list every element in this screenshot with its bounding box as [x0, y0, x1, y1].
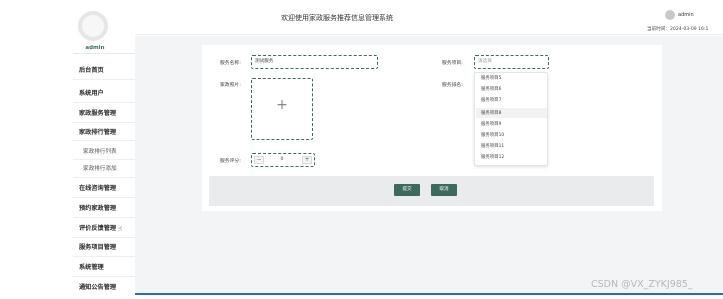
sidebar-item-feedback-manage[interactable]: 评价反馈管理 [79, 223, 116, 232]
top-header: 欢迎使用家政服务推荐信息管理系统 admin 当前时间：2024-03-09 1… [135, 6, 723, 35]
sidebar-username: admin [85, 45, 105, 51]
menu-divider [73, 256, 135, 257]
menu-divider [73, 122, 135, 123]
sidebar-item-consult-manage[interactable]: 在线咨询管理 [79, 183, 116, 192]
decrement-button[interactable]: − [254, 156, 264, 164]
dropdown-option[interactable]: 服务项目5 [481, 75, 501, 81]
sidebar-subitem-ranking-list[interactable]: 家政排行列表 [83, 147, 117, 155]
photo-label: 家政照片: [220, 83, 241, 88]
bottom-border [135, 293, 723, 295]
menu-divider [73, 79, 135, 80]
dropdown-option[interactable]: 服务项目9 [481, 121, 501, 127]
sidebar-item-ranking-manage[interactable]: 家政排行管理 [79, 127, 116, 136]
service-item-label: 服务项目: [442, 61, 463, 66]
service-item-dropdown: 服务项目5 服务项目6 服务项目7 服务项目8 服务项目9 服务项目10 服务项… [474, 72, 548, 166]
submit-button[interactable]: 提交 [394, 184, 420, 196]
cancel-button[interactable]: 取消 [431, 184, 457, 196]
user-avatar[interactable] [78, 11, 108, 41]
service-item-select[interactable]: 请选择 [474, 55, 549, 69]
hand-cursor-icon: ☝ [118, 225, 123, 233]
admin-avatar[interactable] [665, 10, 675, 20]
menu-divider [73, 276, 135, 277]
dropdown-option[interactable]: 服务项目6 [481, 86, 501, 92]
service-name-input[interactable]: 测试服务 [251, 55, 378, 69]
menu-divider [73, 140, 135, 141]
photo-upload[interactable]: + [251, 78, 313, 140]
dropdown-option[interactable]: 服务项目11 [481, 143, 504, 149]
rating-label: 服务评分: [220, 159, 241, 164]
menu-divider [73, 177, 135, 178]
plus-icon: + [276, 97, 288, 113]
sidebar-item-home[interactable]: 后台首页 [79, 65, 104, 74]
sidebar-item-project-manage[interactable]: 服务项目管理 [79, 242, 116, 251]
increment-button[interactable]: + [302, 156, 312, 164]
admin-name[interactable]: admin [678, 12, 694, 18]
rating-stepper[interactable]: − 0 + [251, 153, 315, 167]
outer-margin [0, 0, 73, 299]
app-window: admin 后台首页 系统用户 家政服务管理 家政排行管理 家政排行列表 家政排… [0, 0, 723, 299]
sidebar-divider [73, 53, 135, 54]
dropdown-option[interactable]: 服务项目7 [481, 97, 501, 103]
sidebar-item-system-users[interactable]: 系统用户 [79, 88, 104, 97]
button-bar: 提交 取消 [209, 176, 654, 206]
dropdown-option[interactable]: 服务项目12 [481, 154, 504, 160]
sidebar-item-booking-manage[interactable]: 预约家政管理 [79, 203, 116, 212]
menu-divider [73, 237, 135, 238]
current-time: 当前时间：2024-03-09 16:1 [647, 27, 709, 32]
page-title: 欢迎使用家政服务推荐信息管理系统 [281, 14, 393, 22]
menu-divider [73, 217, 135, 218]
sidebar: admin 后台首页 系统用户 家政服务管理 家政排行管理 家政排行列表 家政排… [73, 6, 135, 294]
watermark: CSDN @VX_ZYKJ985_ [591, 279, 693, 290]
sidebar-item-service-manage[interactable]: 家政服务管理 [79, 108, 116, 117]
sidebar-item-system-manage[interactable]: 系统管理 [79, 262, 104, 271]
ranking-label: 服务排名: [442, 83, 463, 88]
sidebar-item-notice-manage[interactable]: 通知公告管理 [79, 282, 116, 291]
dropdown-option-highlighted[interactable]: 服务项目8 [481, 110, 501, 116]
sidebar-subitem-ranking-add[interactable]: 家政排行添加 [83, 164, 117, 172]
rating-value[interactable]: 0 [272, 157, 292, 162]
menu-divider [73, 159, 135, 160]
dropdown-option[interactable]: 服务项目10 [481, 132, 504, 138]
service-name-label: 服务名称: [220, 61, 241, 66]
menu-divider [73, 197, 135, 198]
menu-divider [73, 102, 135, 103]
